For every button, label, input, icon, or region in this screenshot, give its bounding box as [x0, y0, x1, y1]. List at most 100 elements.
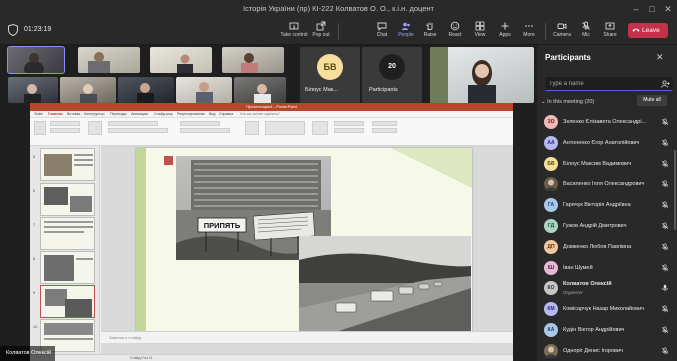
- in-meeting-label: In this meeting (20): [547, 99, 595, 105]
- ppt-ribbon-button: [108, 121, 158, 126]
- mic-muted-icon[interactable]: [661, 264, 669, 272]
- ppt-tab: Переходы: [110, 112, 127, 116]
- mic-muted-icon[interactable]: [661, 222, 669, 230]
- participant-row[interactable]: БВ Білоус Максим Вадимович: [537, 153, 677, 175]
- participant-row[interactable]: ДП Довженко Любов Павлівна: [537, 236, 677, 258]
- ppt-ribbon: [30, 118, 513, 146]
- video-tile[interactable]: [60, 77, 116, 103]
- video-tile[interactable]: [234, 77, 286, 103]
- participant-row[interactable]: АА Антоненко Єгор Анатолійович: [537, 132, 677, 154]
- slide-thumbnail-selected[interactable]: [40, 285, 95, 318]
- slide-thumbnail[interactable]: [40, 251, 95, 284]
- mic-muted-icon[interactable]: [661, 139, 669, 147]
- participant-search[interactable]: [545, 77, 673, 91]
- video-tile[interactable]: [118, 77, 174, 103]
- ppt-slide-thumbnails[interactable]: 5 6 7 8 9 10 11: [30, 146, 100, 356]
- participant-video: [254, 84, 271, 103]
- ppt-notes-pane[interactable]: Заметки к слайду: [101, 331, 513, 343]
- video-tile[interactable]: [150, 47, 212, 73]
- participant-name: Гужов Андрій Дмитрович: [563, 223, 627, 229]
- take-control-button[interactable]: Take control: [279, 21, 309, 43]
- mic-icon[interactable]: [661, 284, 669, 292]
- mic-muted-icon[interactable]: [661, 118, 669, 126]
- participant-row[interactable]: КА Кудін Віктор Андрійович: [537, 319, 677, 341]
- participant-video: [177, 54, 193, 73]
- share-button[interactable]: Share: [595, 21, 625, 43]
- pop-out-button[interactable]: Pop out: [306, 21, 336, 43]
- avatar: АА: [544, 135, 558, 150]
- ppt-status-text: Слайд 9 из 11: [130, 356, 153, 360]
- avatar-tile[interactable]: БВ Білоус Мак...: [300, 47, 360, 103]
- mic-muted-icon[interactable]: [661, 347, 669, 355]
- video-tile[interactable]: [78, 47, 140, 73]
- participant-video: [430, 47, 496, 103]
- mute-all-button[interactable]: Mute all: [637, 95, 667, 106]
- ppt-tab: Вставка: [67, 112, 81, 116]
- mic-muted-icon[interactable]: [661, 326, 669, 334]
- participant-row[interactable]: КО Колватов Олексій Organizer: [537, 277, 677, 299]
- ppt-ribbon-button: [372, 128, 397, 133]
- more-button[interactable]: More: [514, 21, 544, 43]
- participant-row[interactable]: ЗО Зеленко Єлізавета Олександрі...: [537, 111, 677, 133]
- meeting-title: Історія України (пр) КІ-222 Колватов О. …: [242, 4, 434, 13]
- maximize-icon[interactable]: □: [646, 3, 658, 15]
- in-meeting-header[interactable]: ⌄ In this meeting (20): [541, 99, 594, 105]
- ppt-ribbon-button: [108, 128, 168, 133]
- participant-count: 20: [379, 54, 405, 80]
- slide-thumbnail-image: [44, 255, 93, 281]
- participant-row[interactable]: Одноріг Денис Ігорович: [537, 340, 677, 361]
- search-input[interactable]: [549, 79, 654, 89]
- avatar: КМ: [544, 302, 558, 317]
- panel-scrollbar[interactable]: [674, 150, 676, 230]
- video-tile[interactable]: [7, 46, 65, 74]
- slide-content: ПРИПЯТЬ: [136, 148, 472, 342]
- slide-thumbnail-image: [44, 221, 93, 233]
- ppt-tab: Конструктор: [84, 112, 105, 116]
- mic-muted-icon[interactable]: [661, 201, 669, 209]
- mic-muted-icon[interactable]: [661, 305, 669, 313]
- leave-button[interactable]: Leave: [628, 23, 668, 38]
- participant-row[interactable]: КМ Комісарчук Назар Миколайович: [537, 298, 677, 320]
- minimize-icon[interactable]: –: [630, 3, 642, 15]
- take-control-icon: [289, 22, 299, 30]
- participant-name: Зеленко Єлізавета Олександрі...: [563, 119, 647, 125]
- ppt-tab: Файл: [34, 112, 43, 116]
- meeting-toolbar: 01:23:19 Take control Pop out Chat Peopl…: [0, 18, 677, 45]
- mic-muted-icon[interactable]: [661, 180, 669, 188]
- ppt-ribbon-button: [34, 121, 46, 135]
- slide-number: 10: [33, 324, 38, 329]
- ppt-slide-canvas[interactable]: ПРИПЯТЬ: [101, 146, 513, 354]
- slide-thumbnail[interactable]: [40, 183, 95, 216]
- avatar: БВ: [544, 156, 558, 171]
- chat-icon: [377, 22, 387, 31]
- participant-row[interactable]: Василенко Ілля Олександрович: [537, 173, 677, 195]
- slide-thumbnail[interactable]: [40, 148, 95, 181]
- participant-row[interactable]: ГА Гарячук Вікторія Андріївна: [537, 194, 677, 216]
- shield-icon: [8, 24, 18, 36]
- overflow-participants-tile[interactable]: 20 Participants: [362, 47, 422, 103]
- avatar: КА: [544, 323, 558, 337]
- participant-name: Гарячук Вікторія Андріївна: [563, 202, 631, 209]
- video-tile[interactable]: [430, 47, 534, 103]
- slide-thumbnail-image: [45, 289, 92, 317]
- video-tile[interactable]: [8, 77, 58, 103]
- ppt-ribbon-button: [265, 121, 305, 135]
- close-panel-icon[interactable]: ✕: [656, 52, 664, 63]
- video-tile[interactable]: [222, 47, 284, 73]
- video-tile[interactable]: [176, 77, 232, 103]
- avatar: ЗО: [544, 115, 558, 129]
- ppt-tab: Справка: [219, 112, 234, 116]
- ppt-tab: Рецензирование: [177, 112, 205, 116]
- panel-title: Participants: [545, 53, 591, 62]
- participant-row[interactable]: ГД Гужов Андрій Дмитрович: [537, 215, 677, 237]
- participant-row[interactable]: ІШ Іван Шумей: [537, 257, 677, 279]
- mic-muted-icon[interactable]: [661, 160, 669, 168]
- mic-muted-icon[interactable]: [661, 243, 669, 251]
- slide-sign-text: ПРИПЯТЬ: [204, 221, 241, 230]
- current-slide[interactable]: ПРИПЯТЬ: [136, 148, 472, 342]
- ppt-titlebar: Презентация1 - PowerPoint: [30, 103, 513, 111]
- add-person-icon[interactable]: [661, 80, 670, 88]
- close-window-icon[interactable]: ✕: [662, 3, 674, 15]
- slide-thumbnail[interactable]: [40, 217, 95, 250]
- ppt-tab: Главная: [48, 112, 63, 116]
